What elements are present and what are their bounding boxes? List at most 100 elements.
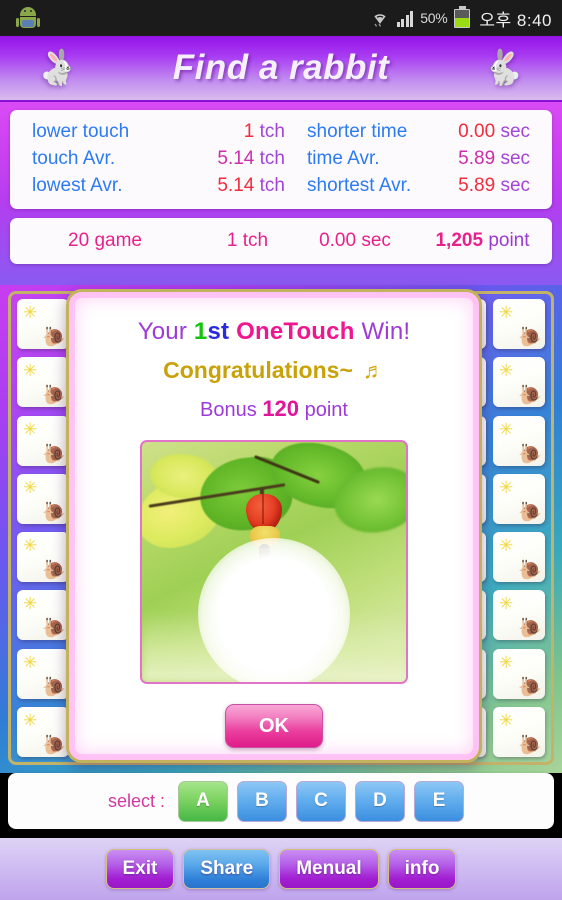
stat-unit: sec [500, 121, 531, 142]
game-card[interactable]: ✳🐌 [17, 648, 69, 699]
sun-icon: ✳ [499, 710, 514, 730]
game-card[interactable]: ✳🐌 [493, 706, 545, 757]
stat-value: 5.14 [217, 175, 255, 196]
game-card[interactable]: ✳🐌 [493, 532, 545, 583]
select-option-b[interactable]: B [237, 780, 288, 822]
summary-games: 20 game [10, 230, 200, 252]
snail-icon: 🐌 [518, 443, 542, 465]
white-glow-circle [198, 538, 350, 682]
stat-unit: sec [500, 148, 531, 169]
sun-icon: ✳ [23, 594, 38, 614]
select-label: select : [108, 790, 166, 811]
summary-games-unit: game [94, 230, 142, 251]
select-option-e[interactable]: E [414, 780, 465, 822]
stat-unit: sec [500, 175, 531, 196]
sun-icon: ✳ [499, 594, 514, 614]
game-card[interactable]: ✳🐌 [17, 357, 69, 408]
summary-point-unit: point [488, 230, 530, 251]
ok-button[interactable]: OK [225, 704, 323, 748]
snail-icon: 🐌 [518, 385, 542, 407]
stat-label: lowest Avr. [32, 175, 123, 196]
dialog-ordinal-suffix: st [207, 318, 230, 345]
game-card[interactable]: ✳🐌 [17, 299, 69, 349]
app-title-bar: 🐇 Find a rabbit 🐇 [0, 36, 562, 102]
sun-icon: ✳ [499, 536, 514, 556]
sun-icon: ✳ [23, 419, 38, 439]
summary-time-value: 0.00 [319, 230, 357, 251]
game-card[interactable]: ✳🐌 [493, 590, 545, 641]
battery-icon [454, 5, 471, 28]
stats-row: lowest Avr. 5.14 tch shortest Avr. 5.89 … [32, 172, 530, 199]
dialog-headline-suffix: Win! [354, 318, 411, 345]
snail-icon: 🐌 [518, 327, 542, 348]
snail-icon: 🐌 [42, 560, 66, 582]
sun-icon: ✳ [23, 536, 38, 556]
stat-label: time Avr. [307, 148, 380, 169]
game-card[interactable]: ✳🐌 [493, 415, 545, 466]
game-card[interactable]: ✳🐌 [17, 706, 69, 757]
dialog-headline-prefix: Your [137, 318, 194, 345]
sun-icon: ✳ [499, 303, 514, 322]
dialog-congrats: Congratulations~ ♬ [163, 357, 385, 384]
game-card[interactable]: ✳🐌 [17, 473, 69, 524]
snail-icon: 🐌 [518, 560, 542, 582]
dialog-bonus: Bonus 120 point [200, 396, 348, 422]
summary-time: 0.00 sec [295, 230, 415, 252]
app-window: 50% 오후 8:40 🐇 Find a rabbit 🐇 lower touc… [0, 0, 562, 900]
sun-icon: ✳ [23, 652, 38, 672]
snail-icon: 🐌 [42, 501, 66, 523]
summary-touch: 1 tch [200, 230, 295, 252]
snail-icon: 🐌 [518, 501, 542, 523]
stat-value: 5.89 [458, 175, 496, 196]
dialog-headline: Your 1st OneTouch Win! [138, 318, 411, 346]
stat-value: 5.89 [458, 148, 496, 169]
sun-icon: ✳ [499, 419, 514, 439]
dialog-bonus-unit: point [304, 399, 348, 421]
snail-icon: 🐌 [42, 327, 66, 348]
snail-icon: 🐌 [42, 676, 66, 698]
summary-point: 1,205 point [415, 230, 550, 252]
stats-panel-summary: 20 game 1 tch 0.00 sec 1,205 point [10, 218, 552, 264]
game-card[interactable]: ✳🐌 [17, 532, 69, 583]
game-card[interactable]: ✳🐌 [493, 648, 545, 699]
summary-point-value: 1,205 [435, 230, 484, 251]
manual-button[interactable]: Menual [279, 849, 379, 889]
sun-icon: ✳ [23, 710, 38, 730]
game-card[interactable]: ✳🐌 [17, 590, 69, 641]
reward-photo [140, 440, 408, 684]
snail-icon: 🐌 [42, 734, 66, 756]
info-button[interactable]: info [387, 849, 457, 889]
game-card[interactable]: ✳🐌 [17, 415, 69, 466]
rabbit-icon-right: 🐇 [481, 49, 524, 87]
music-note-icon: ♬ [362, 357, 385, 383]
stat-value: 1 [243, 121, 255, 142]
status-bar: 50% 오후 8:40 [0, 0, 562, 36]
select-option-a[interactable]: A [178, 780, 229, 822]
sun-icon: ✳ [499, 652, 514, 672]
select-option-d[interactable]: D [355, 780, 406, 822]
stats-section: lower touch 1 tch shorter time 0.00 sec … [0, 102, 562, 285]
dialog-bonus-label: Bonus [200, 399, 257, 421]
game-card[interactable]: ✳🐌 [493, 473, 545, 524]
sun-icon: ✳ [23, 303, 38, 322]
stat-label: shortest Avr. [307, 175, 412, 196]
stat-label: lower touch [32, 121, 130, 142]
snail-icon: 🐌 [518, 676, 542, 698]
status-icons: 50% 오후 8:40 [370, 5, 552, 31]
game-card[interactable]: ✳🐌 [493, 357, 545, 408]
win-dialog: Your 1st OneTouch Win! Congratulations~ … [66, 289, 482, 763]
snail-icon: 🐌 [42, 443, 66, 465]
select-option-c[interactable]: C [296, 780, 347, 822]
share-button[interactable]: Share [183, 849, 271, 889]
wifi-icon [370, 9, 390, 27]
battery-percent-label: 50% [420, 10, 448, 26]
game-card[interactable]: ✳🐌 [493, 299, 545, 349]
select-bar: select : A B C D E [8, 773, 554, 829]
snail-icon: 🐌 [42, 618, 66, 640]
dialog-bonus-amount: 120 [262, 396, 300, 421]
summary-games-value: 20 [68, 230, 90, 251]
summary-time-unit: sec [361, 230, 391, 251]
exit-button[interactable]: Exit [105, 849, 175, 889]
stats-row: touch Avr. 5.14 tch time Avr. 5.89 sec [32, 145, 530, 172]
android-robot-icon [16, 7, 40, 29]
